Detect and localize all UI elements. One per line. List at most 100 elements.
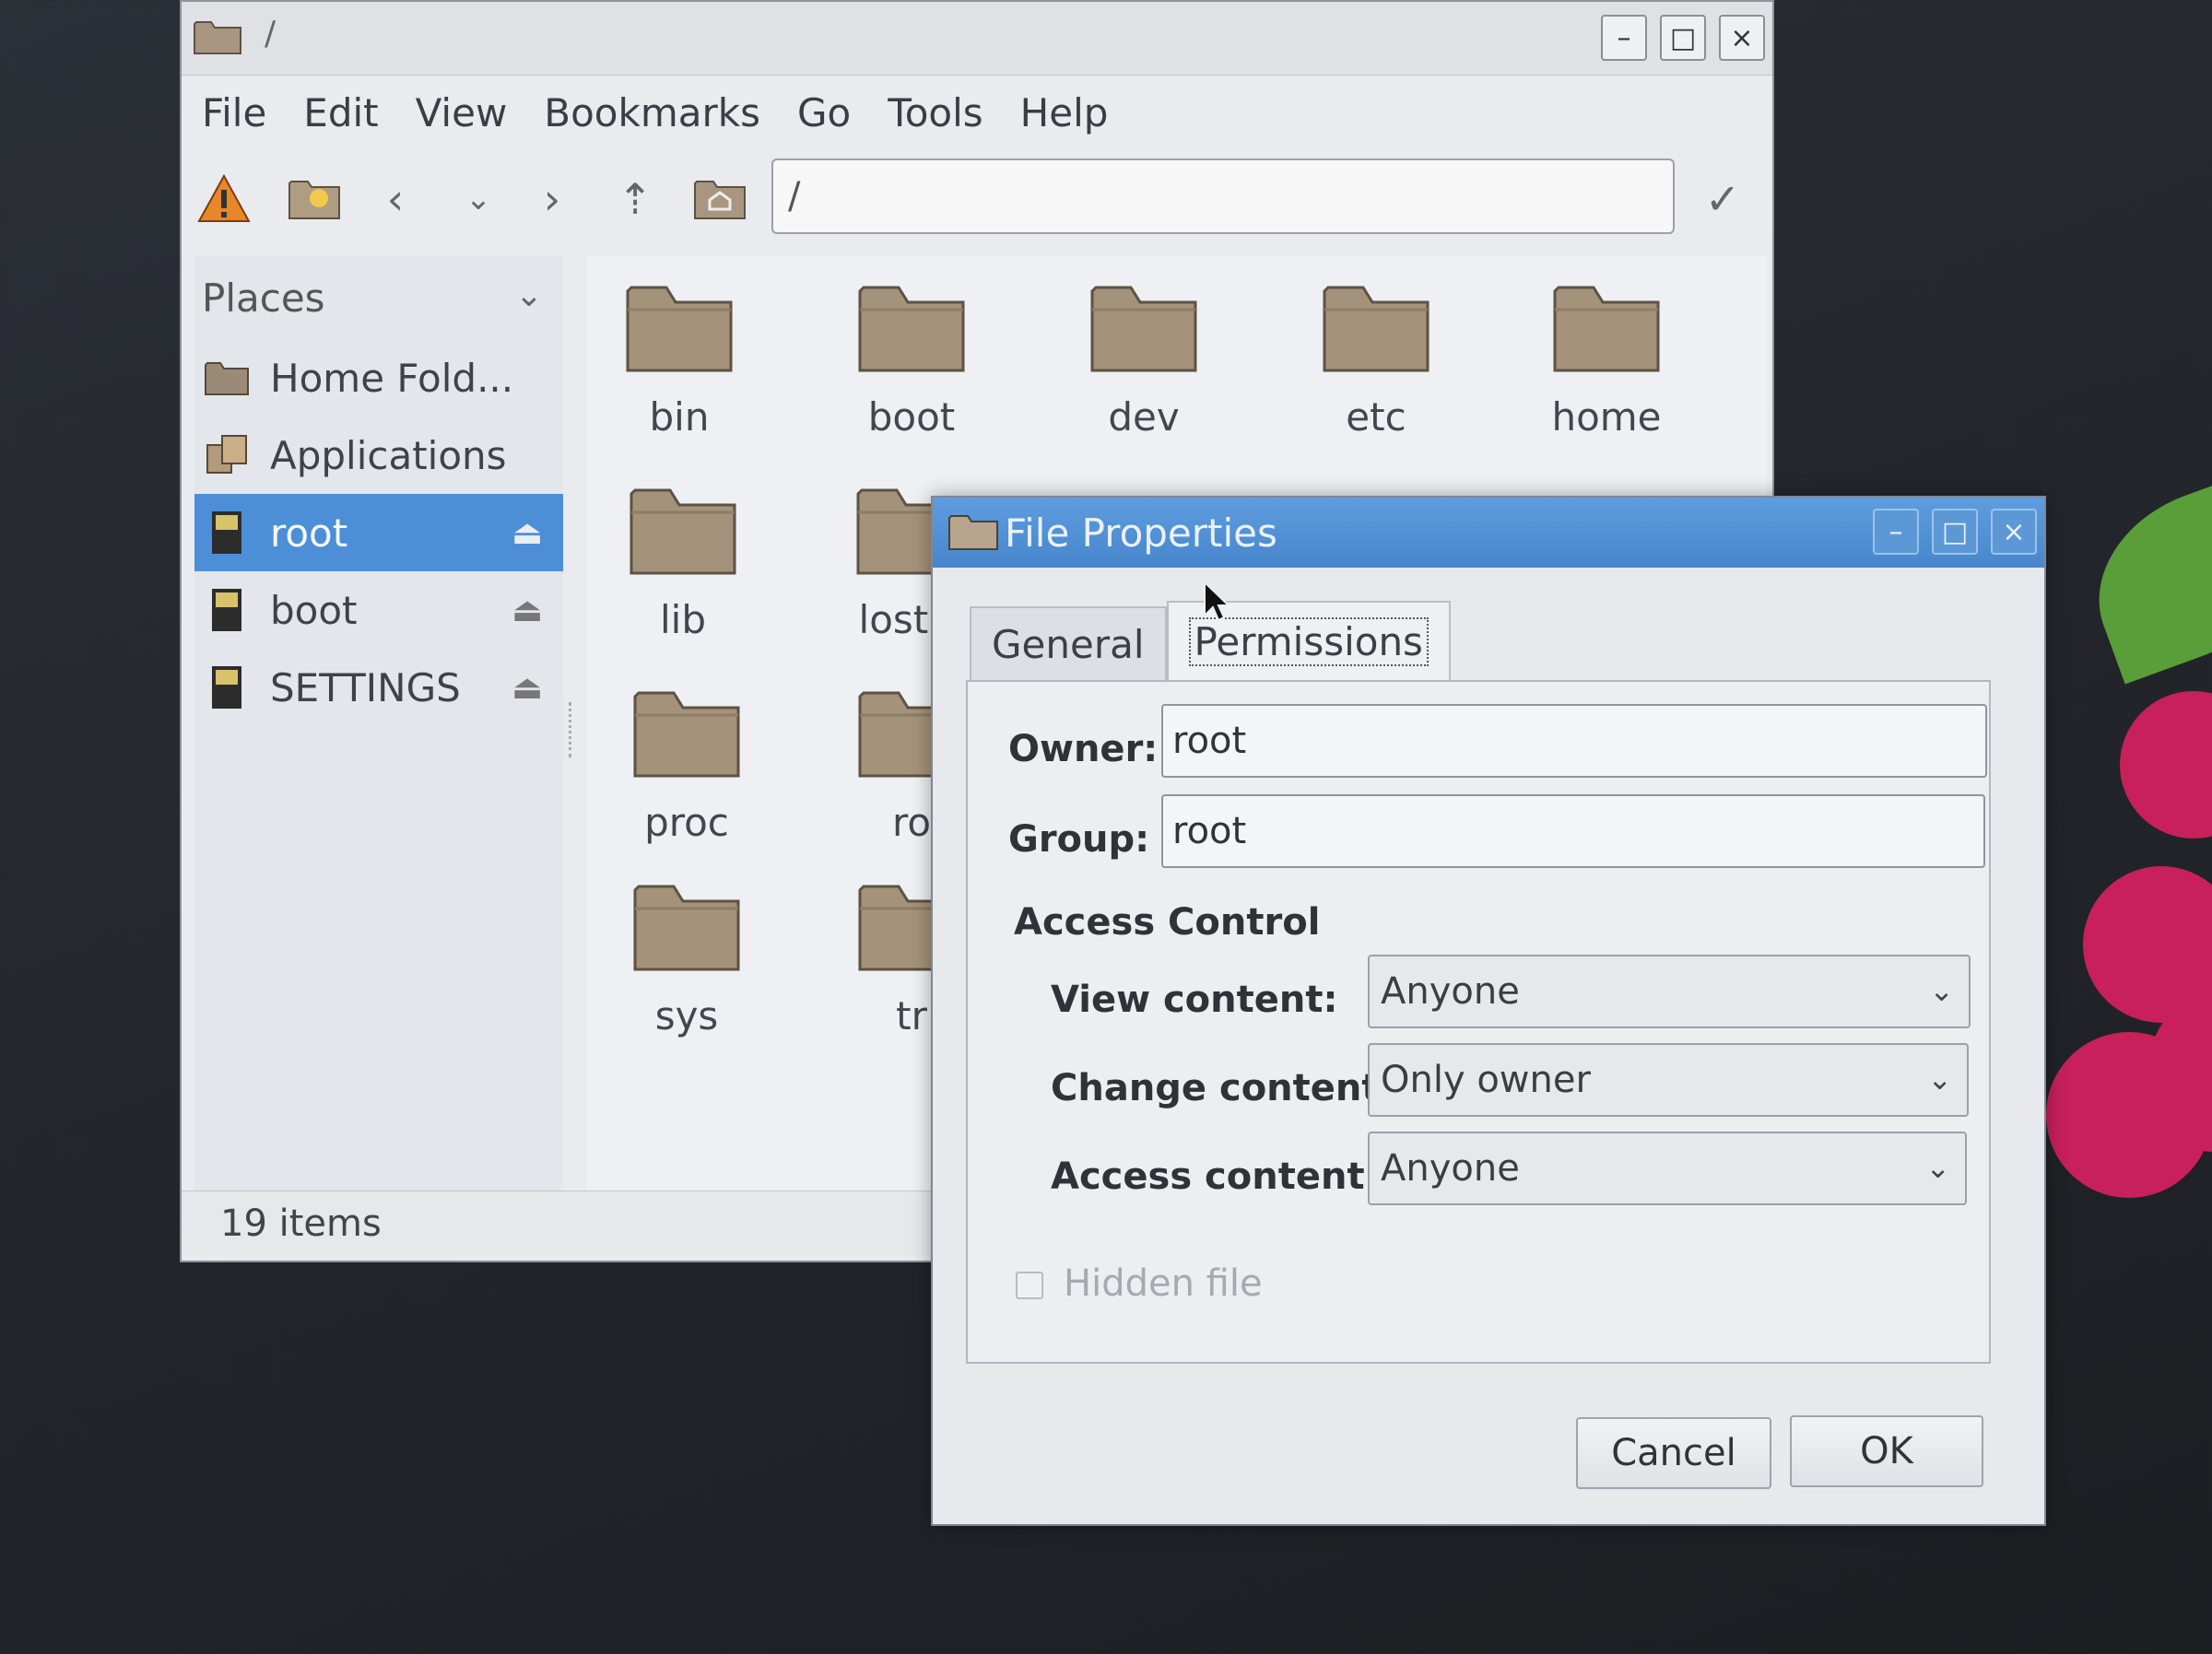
hidden-file-label: Hidden file (1064, 1262, 1263, 1305)
file-item-sys[interactable]: sys (594, 874, 779, 1038)
places-header[interactable]: Places ⌄ (194, 256, 563, 339)
group-label: Group: (1008, 818, 1150, 861)
file-item-boot[interactable]: boot (819, 275, 1004, 440)
minimize-button[interactable]: – (1873, 509, 1919, 555)
sidebar-resize-handle[interactable] (569, 702, 574, 757)
folder-icon (629, 488, 736, 575)
maximize-button[interactable]: □ (1932, 509, 1978, 555)
access-content-label: Access content: (1051, 1155, 1380, 1198)
group-field[interactable]: root (1161, 794, 1985, 868)
file-name: sys (654, 993, 719, 1038)
file-item-proc[interactable]: proc (594, 680, 779, 845)
sidebar-item-label: SETTINGS (270, 664, 461, 710)
access-content-select[interactable]: Anyone ⌄ (1368, 1132, 1967, 1205)
menu-edit[interactable]: Edit (303, 90, 378, 135)
sidebar-item-applications[interactable]: Applications (194, 416, 563, 494)
go-icon[interactable]: ✓ (1693, 170, 1752, 229)
owner-label: Owner: (1008, 728, 1159, 770)
cancel-button[interactable]: Cancel (1576, 1417, 1771, 1489)
file-name: bin (649, 394, 710, 440)
change-content-select[interactable]: Only owner ⌄ (1368, 1043, 1969, 1117)
item-count: 19 items (220, 1202, 382, 1245)
owner-field[interactable]: root (1161, 704, 1987, 778)
file-properties-dialog: File Properties – □ × General Permission… (931, 496, 2046, 1526)
menu-go[interactable]: Go (797, 90, 851, 135)
chevron-down-icon: ⌄ (1929, 973, 1954, 1008)
warning-icon (194, 170, 253, 229)
access-control-heading: Access Control (1014, 901, 1321, 944)
drive-icon (202, 508, 252, 557)
forward-icon[interactable]: › (523, 170, 582, 229)
drive-icon (202, 663, 252, 712)
select-value: Only owner (1381, 1059, 1591, 1101)
drive-icon (202, 585, 252, 635)
menu-bar: File Edit View Bookmarks Go Tools Help (182, 81, 1772, 144)
sidebar-item-boot[interactable]: boot ⏏ (194, 571, 563, 649)
toolbar: ‹ ⌄ › ⇡ / ✓ (182, 147, 1772, 249)
sidebar-item-root[interactable]: root ⏏ (194, 494, 563, 571)
address-bar[interactable]: / (771, 158, 1675, 234)
eject-icon[interactable]: ⏏ (512, 592, 543, 629)
window-title: / (265, 15, 276, 53)
file-name: boot (867, 394, 956, 440)
dialog-titlebar: File Properties – □ × (933, 498, 2044, 568)
history-dropdown-icon[interactable]: ⌄ (449, 170, 508, 229)
file-item-lib[interactable]: lib (591, 477, 775, 642)
sidebar-item-settings[interactable]: SETTINGS ⏏ (194, 649, 563, 726)
sidebar-item-label: boot (270, 587, 358, 633)
close-button[interactable]: × (1991, 509, 2037, 555)
sidebar-item-home[interactable]: Home Fold... (194, 339, 563, 416)
view-content-select[interactable]: Anyone ⌄ (1368, 955, 1971, 1028)
home-icon[interactable] (690, 170, 749, 229)
window-titlebar: / – □ × (182, 2, 1772, 76)
file-name: etc (1346, 394, 1406, 440)
folder-icon (626, 286, 733, 372)
folder-icon (1090, 286, 1197, 372)
tab-label: General (992, 621, 1145, 667)
file-item-dev[interactable]: dev (1052, 275, 1236, 440)
home-folder-icon (202, 353, 252, 403)
menu-bookmarks[interactable]: Bookmarks (544, 90, 760, 135)
file-name: proc (644, 800, 729, 845)
file-name: dev (1108, 394, 1180, 440)
file-name: lib (660, 597, 706, 642)
folder-icon (1323, 286, 1430, 372)
menu-tools[interactable]: Tools (888, 90, 982, 135)
folder-icon (633, 691, 740, 778)
permissions-panel: Owner: root Group: root Access Control V… (966, 680, 1991, 1364)
applications-icon (202, 430, 252, 480)
back-icon[interactable]: ‹ (366, 170, 425, 229)
view-content-label: View content: (1051, 979, 1338, 1021)
select-value: Anyone (1381, 1147, 1520, 1190)
close-button[interactable]: × (1719, 15, 1765, 61)
eject-icon[interactable]: ⏏ (512, 514, 543, 552)
sidebar-item-label: Home Fold... (270, 355, 514, 401)
change-content-label: Change content: (1051, 1067, 1394, 1109)
up-icon[interactable]: ⇡ (606, 170, 665, 229)
chevron-down-icon: ⌄ (1925, 1150, 1950, 1185)
folder-icon (1553, 286, 1660, 372)
hidden-file-checkbox[interactable] (1016, 1272, 1043, 1299)
sidebar-item-label: Applications (270, 432, 507, 478)
tab-general[interactable]: General (970, 606, 1167, 680)
places-sidebar: Places ⌄ Home Fold... Applications root … (194, 256, 563, 1196)
folder-icon (633, 885, 740, 971)
maximize-button[interactable]: □ (1660, 15, 1706, 61)
menu-file[interactable]: File (202, 90, 266, 135)
eject-icon[interactable]: ⏏ (512, 669, 543, 707)
folder-icon (948, 515, 998, 550)
menu-view[interactable]: View (416, 90, 508, 135)
folder-icon (858, 286, 965, 372)
mouse-cursor-icon (1204, 581, 1230, 622)
file-name: home (1551, 394, 1662, 440)
menu-help[interactable]: Help (1020, 90, 1109, 135)
ok-button[interactable]: OK (1790, 1415, 1983, 1487)
file-item-bin[interactable]: bin (587, 275, 771, 440)
select-value: Anyone (1381, 970, 1520, 1013)
minimize-button[interactable]: – (1601, 15, 1647, 61)
chevron-down-icon[interactable]: ⌄ (515, 276, 543, 314)
file-item-home[interactable]: home (1514, 275, 1699, 440)
new-tab-icon[interactable] (285, 170, 344, 229)
dialog-title: File Properties (1005, 510, 1277, 556)
file-item-etc[interactable]: etc (1284, 275, 1468, 440)
